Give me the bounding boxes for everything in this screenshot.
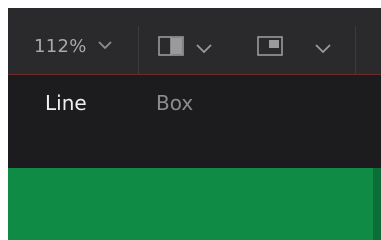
chevron-down-icon[interactable] — [315, 44, 331, 54]
chevron-down-icon[interactable] — [196, 44, 212, 54]
viewer-window: 112% Line Box — [8, 8, 381, 240]
chevron-down-icon[interactable] — [98, 40, 112, 50]
zoom-level[interactable]: 112% — [34, 36, 87, 57]
toolbar-divider — [355, 26, 356, 74]
toolbar-divider — [138, 26, 139, 74]
viewer-toolbar: 112% — [8, 8, 381, 75]
picture-in-picture-icon[interactable] — [257, 36, 283, 56]
tab-box[interactable]: Box — [156, 91, 193, 115]
video-preview — [8, 168, 381, 240]
split-view-icon[interactable] — [158, 36, 184, 56]
preview-edge — [373, 168, 381, 240]
tab-line[interactable]: Line — [45, 91, 87, 115]
mode-tabs: Line Box — [8, 75, 381, 168]
